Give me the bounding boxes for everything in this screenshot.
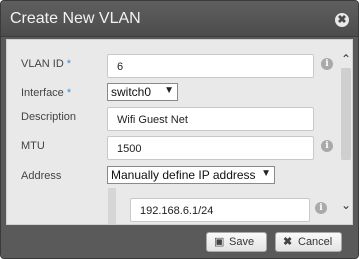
cancel-button-label: Cancel xyxy=(298,236,333,248)
x-icon: ✖ xyxy=(283,236,293,248)
ip-address-input[interactable]: 192.168.6.1/24 xyxy=(130,198,310,222)
required-marker: * xyxy=(66,58,72,70)
required-marker: * xyxy=(66,87,72,99)
vlan-id-label: VLAN ID * xyxy=(21,58,72,70)
dialog-footer: ▣ Save ✖ Cancel xyxy=(1,227,358,258)
dialog-title: Create New VLAN xyxy=(10,10,141,27)
create-vlan-dialog: Create New VLAN ✖ VLAN ID * 6 i Interface… xyxy=(0,0,359,259)
save-button-label: Save xyxy=(229,236,255,248)
chevron-down-icon: ▼ xyxy=(164,85,174,96)
mtu-info-icon[interactable]: i xyxy=(321,140,333,152)
mtu-input[interactable]: 1500 xyxy=(107,136,314,160)
address-subpanel-bar xyxy=(108,188,116,224)
scroll-up-icon[interactable]: ⌃ xyxy=(340,52,352,66)
close-icon[interactable]: ✖ xyxy=(335,13,349,27)
vlan-id-info-icon[interactable]: i xyxy=(321,58,333,70)
chevron-down-icon: ▼ xyxy=(261,168,271,179)
address-mode-select[interactable]: Manually define IP address ▼ xyxy=(107,166,275,184)
address-label: Address xyxy=(21,170,62,182)
floppy-disk-icon: ▣ xyxy=(214,236,225,248)
address-mode-value: Manually define IP address xyxy=(111,168,256,182)
scroll-down-icon[interactable]: ⌄ xyxy=(340,198,352,212)
scroll-thumb[interactable] xyxy=(341,68,351,160)
mtu-label: MTU xyxy=(21,140,45,152)
description-input[interactable]: Wifi Guest Net xyxy=(107,107,314,131)
description-label: Description xyxy=(21,111,77,123)
cancel-button[interactable]: ✖ Cancel xyxy=(275,232,342,252)
dialog-titlebar[interactable]: Create New VLAN ✖ xyxy=(1,1,358,37)
interface-label: Interface * xyxy=(21,87,72,99)
interface-select[interactable]: switch0 ▼ xyxy=(107,83,178,101)
content-scrollbar[interactable]: ⌃ ⌄ xyxy=(338,40,352,224)
interface-select-value: switch0 xyxy=(111,85,152,99)
save-button[interactable]: ▣ Save xyxy=(206,232,267,252)
vlan-id-input[interactable]: 6 xyxy=(107,54,314,78)
dialog-content: VLAN ID * 6 i Interface * switch0 ▼ Descri… xyxy=(6,39,353,225)
ip-address-info-icon[interactable]: i xyxy=(315,202,327,214)
